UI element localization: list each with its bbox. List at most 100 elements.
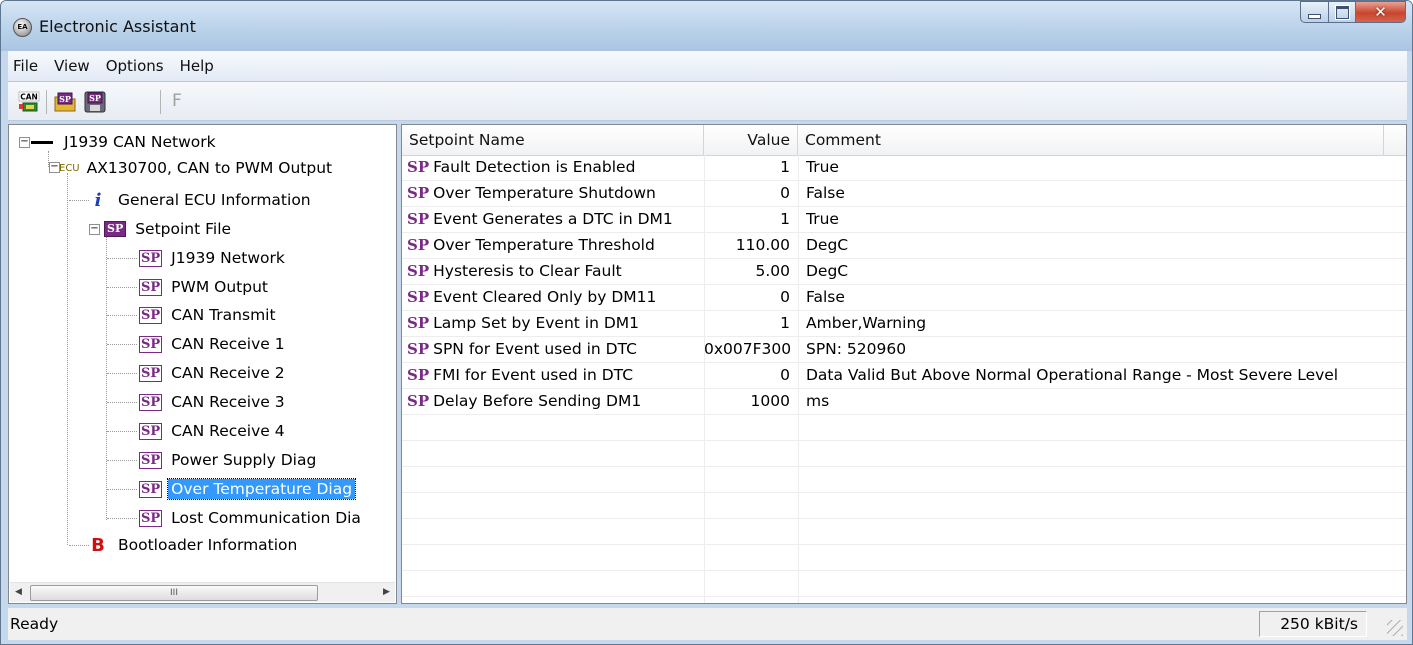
close-icon: ✕ <box>1374 3 1387 21</box>
table-row[interactable]: SP Event Cleared Only by DM11 0 False <box>402 285 1406 311</box>
table-row[interactable]: SP Fault Detection is Enabled 1 True <box>402 155 1406 181</box>
tree-item-label: Lost Communication Dia <box>171 509 361 527</box>
tree-item-general-info[interactable]: i General ECU Information <box>91 187 314 213</box>
column-header-name[interactable]: Setpoint Name <box>402 125 704 155</box>
table-row[interactable]: SP Event Generates a DTC in DM1 1 True <box>402 207 1406 233</box>
tree-item-label: CAN Receive 2 <box>171 364 285 382</box>
cell-value[interactable]: 0x007F300 <box>704 337 790 362</box>
maximize-button[interactable] <box>1329 1 1356 23</box>
setpoint-name: Over Temperature Threshold <box>433 236 655 254</box>
menu-options[interactable]: Options <box>98 57 172 75</box>
bootloader-icon: B <box>91 534 105 556</box>
toolbar-separator <box>160 90 161 114</box>
table-row[interactable]: SP Delay Before Sending DM1 1000 ms <box>402 389 1406 415</box>
cell-value[interactable]: 0 <box>704 363 790 388</box>
can-connect-icon[interactable]: CAN <box>18 91 40 113</box>
setpoint-icon: SP <box>407 314 430 332</box>
tree-line <box>67 173 68 545</box>
setpoint-name: Fault Detection is Enabled <box>433 158 636 176</box>
table-row[interactable]: SP Over Temperature Threshold 110.00 DegC <box>402 233 1406 259</box>
cell-value[interactable]: 1 <box>704 207 790 232</box>
tree-item-setpoint[interactable]: SP CAN Receive 1 <box>139 331 288 357</box>
collapse-setpoint-file-toggle[interactable]: − <box>89 224 100 235</box>
tree-line <box>107 431 137 432</box>
cell-value[interactable]: 110.00 <box>704 233 790 258</box>
tree-item-setpoint-selected[interactable]: SP Over Temperature Diag <box>139 476 357 502</box>
setpoint-icon: SP <box>407 340 430 358</box>
minimize-button[interactable] <box>1300 1 1329 23</box>
empty-table-row <box>402 571 1406 597</box>
cell-setpoint-name: SP Delay Before Sending DM1 <box>407 389 702 414</box>
tree-item-label: J1939 Network <box>171 249 285 267</box>
tree-line <box>107 344 137 345</box>
tree-item-setpoint[interactable]: SP CAN Receive 4 <box>139 418 288 444</box>
title-bar[interactable]: EA Electronic Assistant ✕ <box>1 1 1412 51</box>
tree-item-setpoint[interactable]: SP CAN Transmit <box>139 302 279 328</box>
save-setpoint-icon[interactable]: SP <box>84 91 106 113</box>
cell-comment: True <box>806 210 839 228</box>
cell-setpoint-name: SP Over Temperature Threshold <box>407 233 702 258</box>
tree-item-label: CAN Receive 3 <box>171 393 285 411</box>
tree-item-setpoint[interactable]: SP CAN Receive 2 <box>139 360 288 386</box>
close-button[interactable]: ✕ <box>1356 1 1406 23</box>
cell-value[interactable]: 0 <box>704 181 790 206</box>
flash-button[interactable]: F <box>172 91 182 111</box>
tree-item-label: Power Supply Diag <box>171 451 317 469</box>
tree-item-label: CAN Transmit <box>171 306 276 324</box>
tree-line <box>107 460 137 461</box>
tree-item-setpoint[interactable]: SP J1939 Network <box>139 245 288 271</box>
cell-comment: DegC <box>806 236 849 254</box>
cell-value[interactable]: 5.00 <box>704 259 790 284</box>
empty-table-row <box>402 493 1406 519</box>
tree-item-bootloader[interactable]: B Bootloader Information <box>91 532 300 558</box>
column-header-comment[interactable]: Comment <box>798 125 1384 155</box>
svg-text:SP: SP <box>59 94 71 104</box>
tree-item-ecu[interactable]: ECU AX130700, CAN to PWM Output <box>59 155 335 181</box>
table-row[interactable]: SP Lamp Set by Event in DM1 1 Amber,Warning <box>402 311 1406 337</box>
setpoint-name: Delay Before Sending DM1 <box>433 392 642 410</box>
table-row[interactable]: SP Over Temperature Shutdown 0 False <box>402 181 1406 207</box>
setpoint-icon: SP <box>139 393 163 411</box>
tree-item-setpoint-file[interactable]: SP Setpoint File <box>104 216 234 242</box>
setpoint-icon: SP <box>139 509 163 527</box>
app-icon[interactable]: EA <box>13 18 32 37</box>
tree-view[interactable]: − − − J1939 CAN Network ECU AX130700, CA… <box>8 124 397 604</box>
open-setpoint-icon[interactable]: SP <box>54 91 76 113</box>
resize-grip-icon[interactable] <box>1387 620 1403 636</box>
collapse-network-toggle[interactable]: − <box>19 137 30 148</box>
menu-help[interactable]: Help <box>172 57 222 75</box>
menu-view[interactable]: View <box>46 57 98 75</box>
status-text: Ready <box>10 615 59 633</box>
cell-setpoint-name: SP FMI for Event used in DTC <box>407 363 702 388</box>
tree-item-network[interactable]: J1939 CAN Network <box>31 129 219 155</box>
empty-table-row <box>402 441 1406 467</box>
cell-value[interactable]: 0 <box>704 285 790 310</box>
tree-item-label: CAN Receive 4 <box>171 422 285 440</box>
cell-value[interactable]: 1 <box>704 311 790 336</box>
setpoint-icon: SP <box>407 236 430 254</box>
table-row[interactable]: SP Hysteresis to Clear Fault 5.00 DegC <box>402 259 1406 285</box>
tree-item-setpoint[interactable]: SP Lost Communication Dia <box>139 505 364 531</box>
scroll-left-arrow-icon[interactable]: ◀ <box>10 583 27 602</box>
scroll-right-arrow-icon[interactable]: ▶ <box>378 583 395 602</box>
empty-table-row <box>402 467 1406 493</box>
tree-item-setpoint[interactable]: SP Power Supply Diag <box>139 447 319 473</box>
tree-item-label: PWM Output <box>171 278 268 296</box>
tree-item-setpoint[interactable]: SP PWM Output <box>139 274 271 300</box>
empty-table-row <box>402 545 1406 571</box>
setpoint-name: Over Temperature Shutdown <box>433 184 656 202</box>
tree-line <box>69 200 89 201</box>
tree-item-label: Setpoint File <box>135 220 232 238</box>
table-row[interactable]: SP FMI for Event used in DTC 0 Data Valid B… <box>402 363 1406 389</box>
table-row[interactable]: SP SPN for Event used in DTC 0x007F300 SPN:… <box>402 337 1406 363</box>
scroll-thumb[interactable]: III <box>30 585 318 601</box>
setpoint-file-icon: SP <box>104 221 127 237</box>
tree-item-setpoint[interactable]: SP CAN Receive 3 <box>139 389 288 415</box>
cell-comment: False <box>806 288 845 306</box>
tree-horizontal-scrollbar[interactable]: ◀ III ▶ <box>10 582 395 602</box>
column-header-value[interactable]: Value <box>704 125 798 155</box>
cell-value[interactable]: 1 <box>704 155 790 180</box>
setpoint-list[interactable]: Setpoint Name Value Comment SP Fault Dete… <box>401 124 1407 604</box>
cell-value[interactable]: 1000 <box>704 389 790 414</box>
menu-file[interactable]: File <box>8 57 46 75</box>
